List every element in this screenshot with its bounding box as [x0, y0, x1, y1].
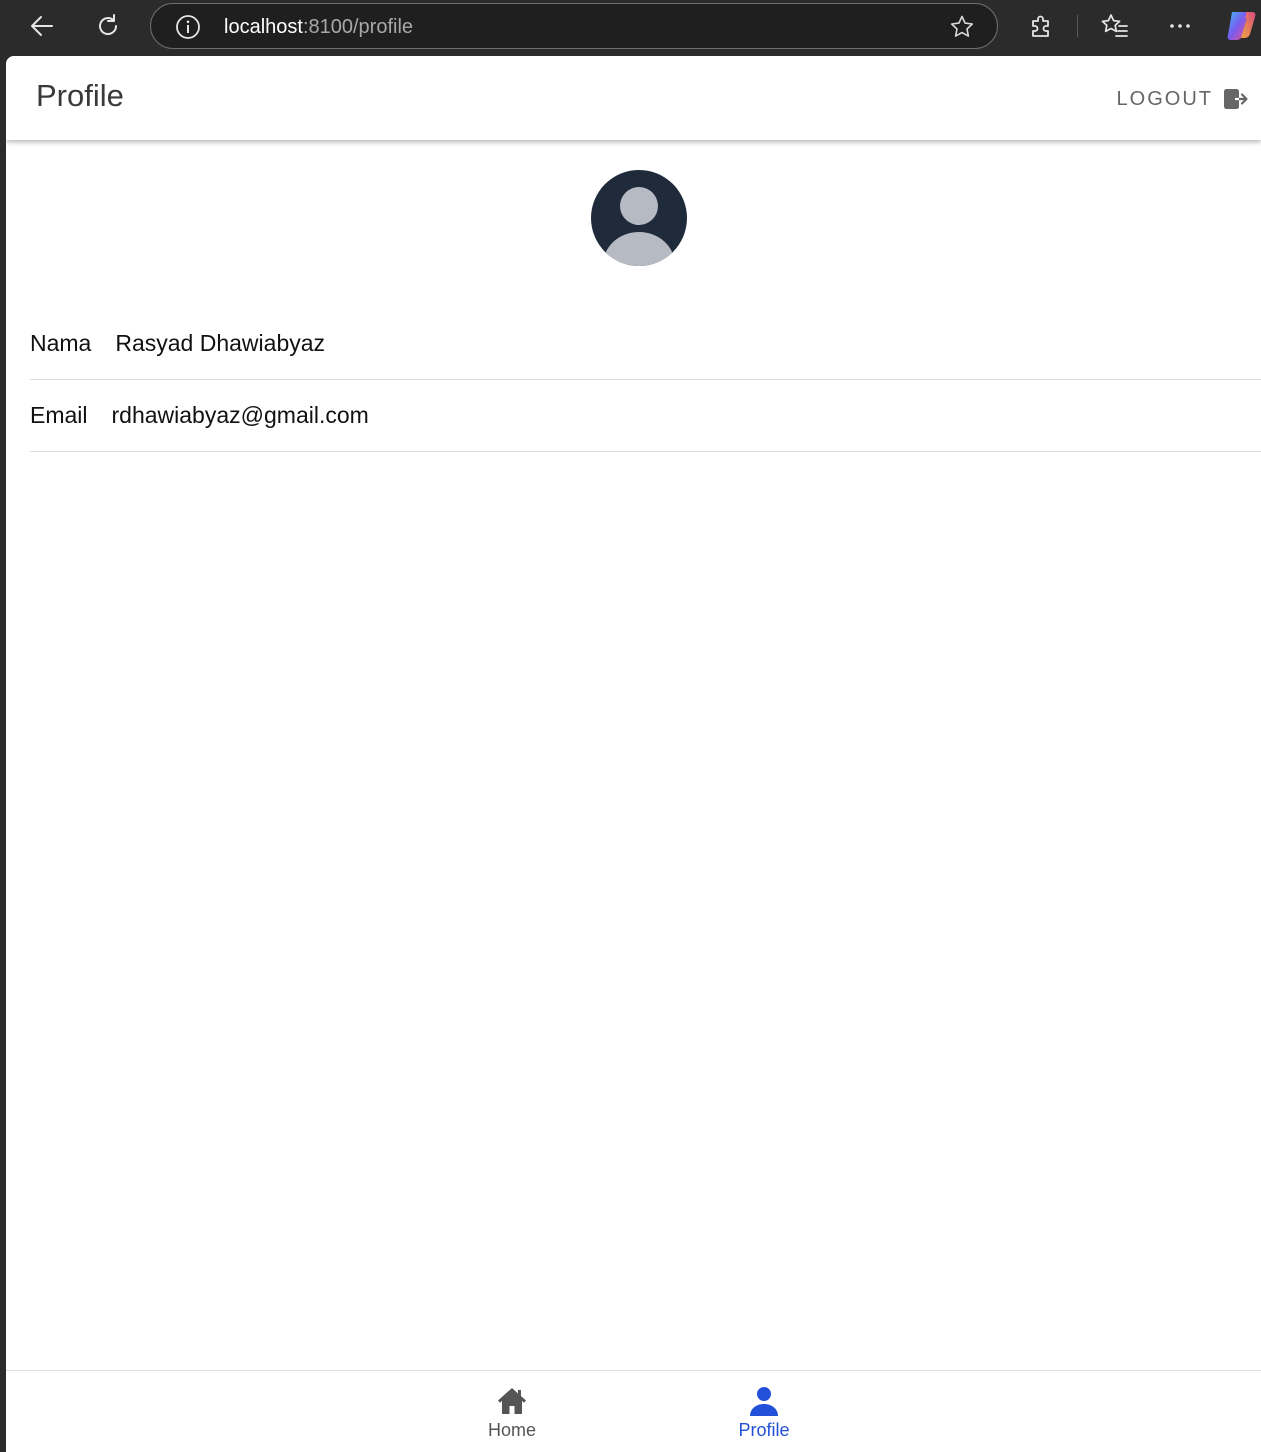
- avatar: [591, 170, 687, 266]
- toolbar-divider: [1077, 15, 1078, 37]
- app-viewport: Profile LOGOUT Nama Rasyad Dhawiabyaz Em…: [6, 56, 1261, 1452]
- reload-button[interactable]: [88, 6, 128, 46]
- reload-icon: [99, 14, 118, 35]
- field-value: Rasyad Dhawiabyaz: [115, 330, 326, 356]
- puzzle-icon: [1032, 15, 1049, 37]
- logout-icon: [1224, 89, 1248, 109]
- app-header: Profile LOGOUT: [6, 56, 1261, 140]
- bottom-tab-bar: Home Profile: [6, 1370, 1261, 1452]
- address-bar[interactable]: localhost:8100/profile: [150, 3, 998, 49]
- logout-label: LOGOUT: [1116, 87, 1213, 110]
- person-avatar-icon: [603, 187, 675, 266]
- more-menu-button[interactable]: [1160, 6, 1200, 46]
- favorites-list-icon: [1101, 14, 1128, 37]
- browser-toolbar: localhost:8100/profile: [0, 0, 1261, 56]
- url-path: :8100/profile: [302, 16, 414, 38]
- url-host: localhost: [224, 16, 303, 38]
- profile-row-email: Email rdhawiabyaz@gmail.com: [30, 380, 1261, 452]
- tab-home[interactable]: Home: [452, 1371, 572, 1452]
- person-icon: [750, 1387, 778, 1416]
- field-value: rdhawiabyaz@gmail.com: [111, 402, 369, 428]
- favorite-star-icon[interactable]: [949, 14, 975, 40]
- home-icon: [498, 1388, 526, 1414]
- back-arrow-icon: [31, 16, 53, 36]
- tab-profile[interactable]: Profile: [704, 1371, 824, 1452]
- field-label: Email: [30, 402, 88, 428]
- copilot-icon[interactable]: [1226, 8, 1260, 42]
- profile-info-list: Nama Rasyad Dhawiabyaz Email rdhawiabyaz…: [30, 308, 1261, 452]
- back-button[interactable]: [22, 6, 62, 46]
- extensions-button[interactable]: [1021, 6, 1061, 46]
- site-info-icon[interactable]: [175, 14, 201, 40]
- url-text: localhost:8100/profile: [224, 16, 413, 39]
- field-label: Nama: [30, 330, 92, 356]
- tab-home-label: Home: [487, 1420, 536, 1440]
- favorites-button[interactable]: [1095, 6, 1135, 46]
- profile-row-nama: Nama Rasyad Dhawiabyaz: [30, 308, 1261, 380]
- tab-profile-label: Profile: [738, 1420, 790, 1440]
- page-title: Profile: [36, 78, 124, 113]
- more-dots-icon: [1170, 24, 1190, 28]
- logout-button[interactable]: LOGOUT: [1117, 82, 1249, 116]
